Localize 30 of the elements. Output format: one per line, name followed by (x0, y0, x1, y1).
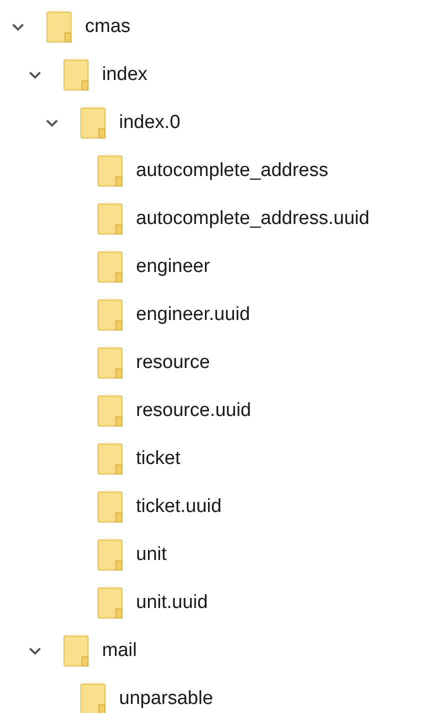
folder-label[interactable]: engineer (136, 256, 210, 278)
folder-icon (97, 299, 123, 331)
folder-label[interactable]: unit.uuid (136, 592, 208, 614)
folder-icon (97, 203, 123, 235)
folder-label[interactable]: autocomplete_address.uuid (136, 208, 370, 230)
folder-label[interactable]: index.0 (119, 112, 180, 134)
folder-icon (80, 107, 106, 139)
folder-icon (46, 11, 72, 43)
folder-label[interactable]: unparsable (119, 688, 214, 710)
folder-label[interactable]: index (102, 64, 148, 86)
folder-icon (97, 539, 123, 571)
folder-icon (97, 587, 123, 619)
folder-icon (63, 635, 89, 667)
folder-icon (80, 683, 106, 713)
folder-icon (97, 443, 123, 475)
folder-icon (97, 395, 123, 427)
folder-icon (97, 251, 123, 283)
folder-icon (97, 347, 123, 379)
folder-icon (97, 155, 123, 187)
folder-label[interactable]: cmas (85, 16, 130, 38)
folder-icon (63, 59, 89, 91)
folder-icon (97, 491, 123, 523)
folder-label[interactable]: resource (136, 352, 210, 374)
folder-label[interactable]: mail (102, 640, 137, 662)
folder-label[interactable]: ticket.uuid (136, 496, 222, 518)
folder-label[interactable]: resource.uuid (136, 400, 252, 422)
folder-label[interactable]: autocomplete_address (136, 160, 328, 182)
folder-label[interactable]: ticket (136, 448, 180, 470)
folder-label[interactable]: unit (136, 544, 167, 566)
folder-label[interactable]: engineer.uuid (136, 304, 250, 326)
